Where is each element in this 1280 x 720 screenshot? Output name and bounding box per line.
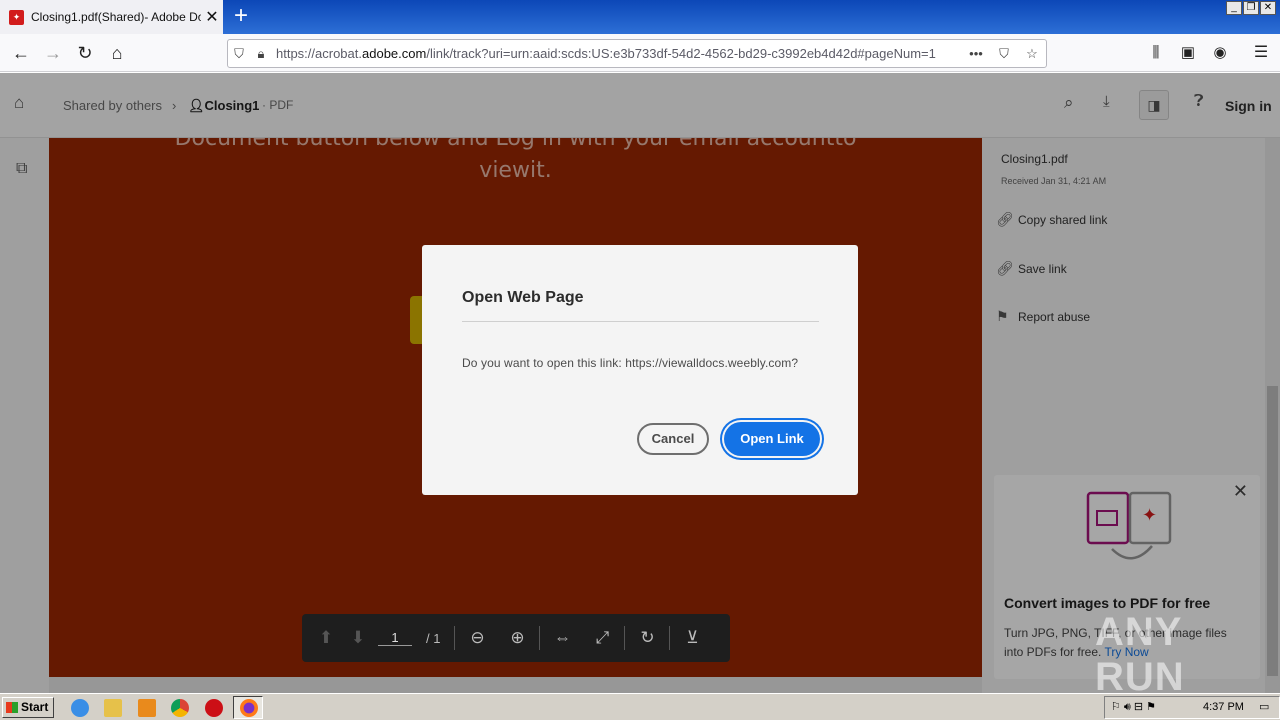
shield-icon[interactable]: ⛉ bbox=[228, 46, 250, 62]
toolbar-divider bbox=[669, 626, 671, 650]
toolbar-divider bbox=[624, 626, 626, 650]
url-prefix: https://acrobat. bbox=[276, 46, 362, 61]
fit-page-icon[interactable]: ⤢ bbox=[586, 628, 618, 648]
next-page-icon[interactable]: ⬇ bbox=[342, 628, 374, 648]
previous-page-icon[interactable]: ⬆ bbox=[310, 628, 342, 648]
minimize-icon[interactable]: _ bbox=[1226, 1, 1242, 15]
url-suffix: /link/track?uri=urn:aaid:scds:US:e3b733d… bbox=[426, 46, 936, 61]
more-actions-icon[interactable]: ••• bbox=[962, 46, 990, 61]
page-mode-icon[interactable]: ⊻ bbox=[676, 628, 708, 648]
browser-nav-bar: ← → ↻ ⌂ ⛉ 🔒︎ https://acrobat.adobe.com/l… bbox=[0, 34, 1280, 72]
zoom-in-icon[interactable]: ⊕ bbox=[501, 628, 533, 648]
page-number-input[interactable]: 1 bbox=[378, 630, 412, 646]
dialog-message: Do you want to open this link: https://v… bbox=[462, 356, 799, 370]
home-icon[interactable]: ⌂ bbox=[104, 40, 130, 66]
opera-icon[interactable] bbox=[205, 699, 223, 717]
bookmark-star-icon[interactable]: ☆ bbox=[1018, 46, 1046, 62]
pdf-icon: ✦ bbox=[9, 9, 24, 25]
internet-explorer-icon[interactable] bbox=[71, 699, 89, 717]
browser-tab-strip: ✦ Closing1.pdf(Shared)- Adobe Doc ✕ + _ … bbox=[0, 0, 1280, 34]
lock-icon[interactable]: 🔒︎ bbox=[250, 46, 272, 62]
zoom-out-icon[interactable]: ⊖ bbox=[461, 628, 493, 648]
clock-time[interactable]: 4:37 PM bbox=[1203, 697, 1244, 718]
dialog-divider bbox=[462, 321, 819, 322]
restore-icon[interactable]: ❐ bbox=[1243, 1, 1259, 15]
library-icon[interactable]: ⫼ bbox=[1143, 40, 1169, 66]
system-tray: ⚐ 🔊︎ ⊟ ⚑ 4:37 PM ▭ bbox=[1104, 696, 1280, 719]
address-bar[interactable]: ⛉ 🔒︎ https://acrobat.adobe.com/link/trac… bbox=[227, 39, 1047, 68]
menu-icon[interactable]: ☰ bbox=[1248, 40, 1274, 66]
page-navigation-toolbar: ⬆ ⬇ 1 / 1 ⊖ ⊕ ⇔ ⤢ ↻ ⊻ bbox=[302, 614, 730, 662]
firefox-icon bbox=[240, 699, 258, 717]
account-icon[interactable]: ◉ bbox=[1207, 40, 1233, 66]
rotate-icon[interactable]: ↻ bbox=[631, 628, 663, 648]
browser-tab[interactable]: ✦ Closing1.pdf(Shared)- Adobe Doc ✕ bbox=[0, 0, 223, 34]
tab-title: Closing1.pdf(Shared)- Adobe Doc bbox=[31, 10, 201, 24]
toolbar-divider bbox=[539, 626, 541, 650]
close-tab-icon[interactable]: ✕ bbox=[201, 7, 223, 27]
media-player-icon[interactable] bbox=[138, 699, 156, 717]
sidebar-icon[interactable]: ▣ bbox=[1175, 40, 1201, 66]
open-web-page-dialog: Open Web Page Do you want to open this l… bbox=[422, 245, 858, 495]
window-controls: _ ❐ ✕ bbox=[1226, 1, 1276, 15]
toolbar-divider bbox=[454, 626, 456, 650]
start-button[interactable]: Start bbox=[2, 697, 54, 718]
url-domain: adobe.com bbox=[362, 46, 427, 61]
chrome-icon[interactable] bbox=[171, 699, 189, 717]
forward-icon[interactable]: → bbox=[40, 40, 66, 66]
tray-icons: ⚐ 🔊︎ ⊟ ⚑ bbox=[1111, 701, 1157, 713]
new-tab-button[interactable]: + bbox=[228, 2, 254, 30]
open-link-button[interactable]: Open Link bbox=[724, 422, 820, 456]
close-window-icon[interactable]: ✕ bbox=[1260, 1, 1276, 15]
url-text[interactable]: https://acrobat.adobe.com/link/track?uri… bbox=[272, 46, 962, 61]
fit-width-icon[interactable]: ⇔ bbox=[546, 628, 578, 648]
file-explorer-icon[interactable] bbox=[104, 699, 122, 717]
windows-taskbar: Start ⚐ 🔊︎ ⊟ ⚑ 4:37 PM ▭ bbox=[0, 693, 1280, 720]
pocket-icon[interactable]: ⛉ bbox=[990, 46, 1018, 62]
cancel-button[interactable]: Cancel bbox=[637, 423, 709, 455]
watermark-logo: ANY RUN bbox=[1095, 610, 1185, 699]
total-pages: / 1 bbox=[426, 630, 441, 646]
firefox-taskbar-button[interactable] bbox=[233, 696, 263, 719]
back-icon[interactable]: ← bbox=[8, 40, 34, 66]
reload-icon[interactable]: ↻ bbox=[72, 40, 98, 66]
desktop-icon[interactable]: ▭ bbox=[1259, 697, 1269, 718]
dialog-title: Open Web Page bbox=[462, 289, 584, 306]
